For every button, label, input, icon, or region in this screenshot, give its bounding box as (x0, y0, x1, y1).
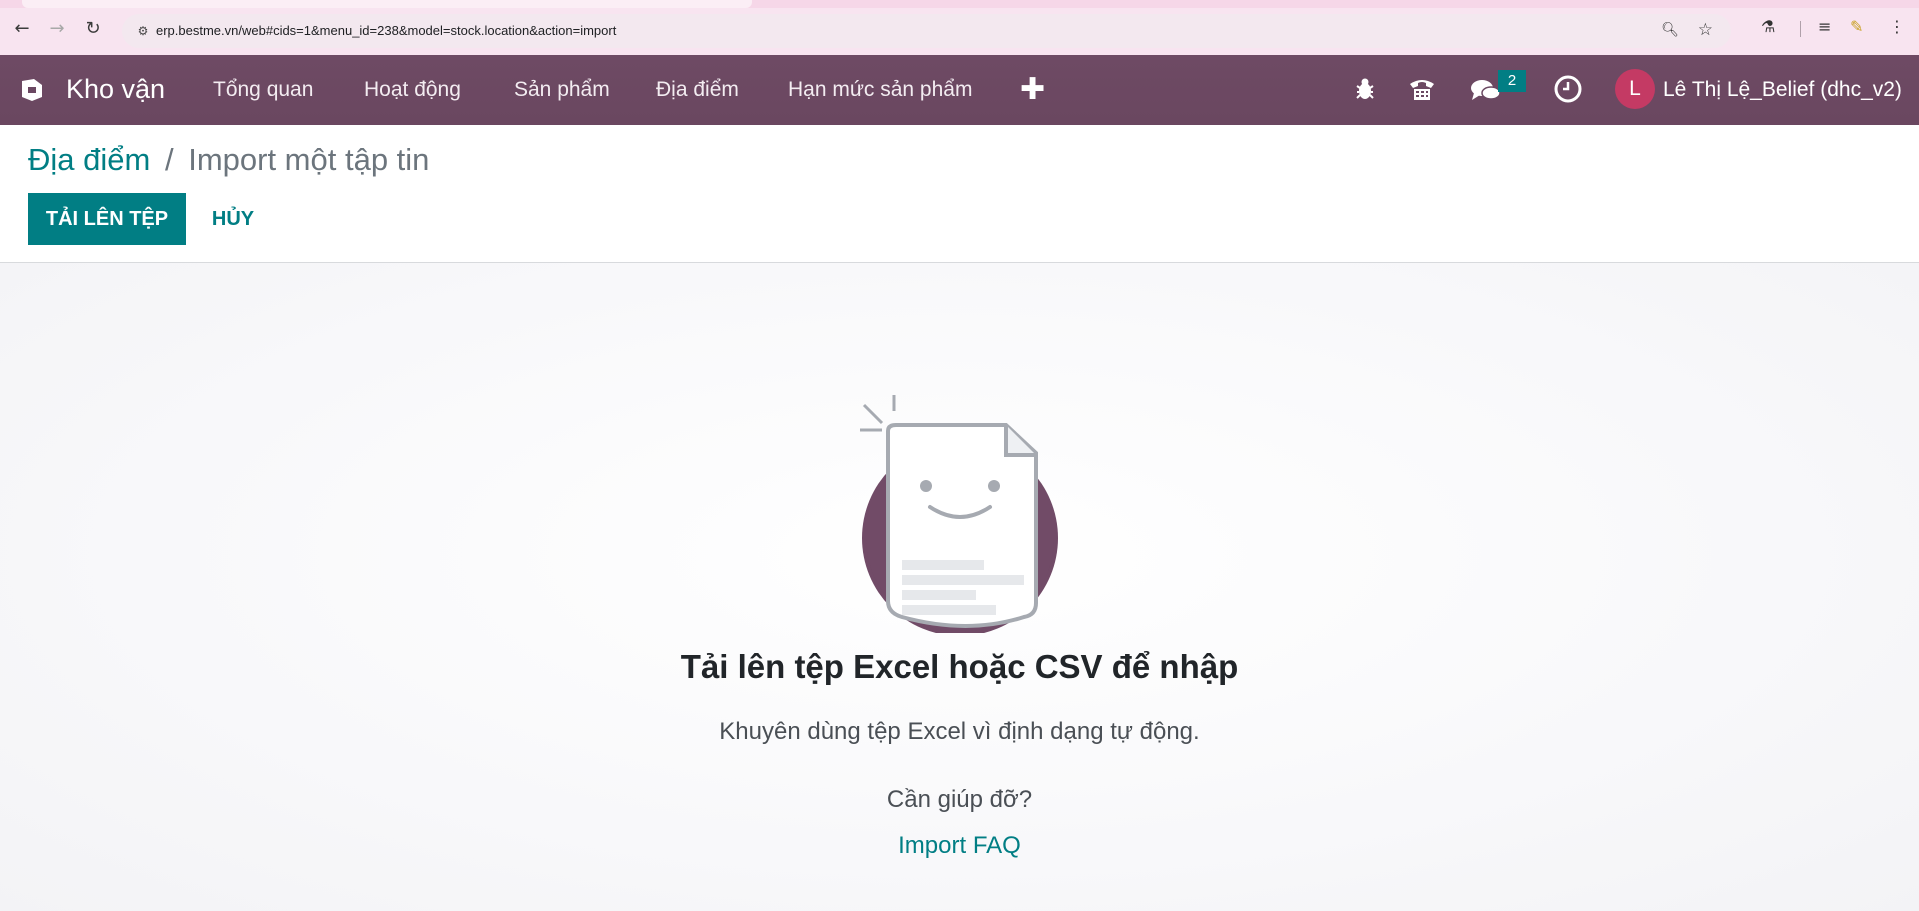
labs-flask-icon[interactable]: ⚗ (1761, 17, 1775, 36)
import-faq-link-text[interactable]: Import FAQ (898, 832, 1021, 859)
upload-file-button[interactable]: TẢI LÊN TỆP (28, 193, 186, 245)
forward-icon[interactable]: → (43, 14, 71, 42)
zoom-icon[interactable]: 🔍︎ (1661, 22, 1679, 38)
breadcrumb-current: Import một tập tin (188, 142, 430, 177)
menu-tong-quan[interactable]: Tổng quan (213, 78, 313, 102)
smiling-document-illustration (860, 395, 1058, 633)
cancel-button[interactable]: HỦY (198, 193, 268, 245)
breadcrumb: Địa điểm / Import một tập tin (28, 142, 429, 178)
help-question: Cần giúp đỡ? (886, 786, 1033, 813)
breadcrumb-parent[interactable]: Địa điểm (28, 142, 150, 177)
browser-toolbar: ← → ↻ ⚙ erp.bestme.vn/web#cids=1&menu_id… (0, 0, 1919, 55)
empty-state-title: Tải lên tệp Excel hoặc CSV để nhập (680, 648, 1239, 685)
media-queue-icon[interactable]: ≡ (1818, 17, 1831, 36)
apps-menu-icon[interactable] (18, 77, 46, 103)
clock-icon[interactable] (1553, 74, 1583, 104)
menu-hoat-dong[interactable]: Hoạt động (364, 78, 461, 102)
bookmark-star-icon[interactable]: ☆ (1698, 20, 1713, 40)
back-icon[interactable]: ← (8, 14, 36, 42)
bug-icon[interactable] (1350, 74, 1380, 104)
address-bar[interactable]: ⚙ erp.bestme.vn/web#cids=1&menu_id=238&m… (122, 14, 1731, 48)
import-empty-state: Tải lên tệp Excel hoặc CSV để nhập Khuyê… (0, 263, 1919, 911)
menu-han-muc-san-pham[interactable]: Hạn mức sản phẩm (788, 78, 972, 102)
user-menu[interactable]: Lê Thị Lệ_Belief (dhc_v2) (1663, 78, 1902, 102)
site-info-icon[interactable]: ⚙ (134, 22, 152, 40)
menu-san-pham[interactable]: Sản phẩm (514, 78, 610, 102)
menu-dia-diem[interactable]: Địa điểm (656, 78, 739, 102)
active-tab[interactable] (22, 0, 752, 8)
main-navbar: Kho vận Tổng quan Hoạt động Sản phẩm Địa… (0, 55, 1919, 125)
browser-menu-icon[interactable]: ⋮ (1889, 17, 1905, 36)
extension-icon[interactable]: ✎ (1850, 17, 1863, 36)
empty-state-subtitle: Khuyên dùng tệp Excel vì định dạng tự độ… (719, 718, 1200, 745)
plus-icon[interactable]: ✚ (1020, 72, 1045, 107)
messages-badge: 2 (1498, 70, 1526, 92)
url-text[interactable]: erp.bestme.vn/web#cids=1&menu_id=238&mod… (156, 23, 616, 38)
phone-icon[interactable] (1407, 74, 1437, 104)
import-faq-link: Import FAQ (0, 832, 1919, 860)
tab-strip (0, 0, 1919, 8)
control-panel: Địa điểm / Import một tập tin TẢI LÊN TỆ… (0, 125, 1919, 263)
avatar[interactable]: L (1615, 69, 1655, 109)
breadcrumb-separator: / (164, 142, 174, 177)
reload-icon[interactable]: ↻ (79, 14, 107, 42)
app-name[interactable]: Kho vận (66, 74, 165, 105)
toolbar-divider (1800, 21, 1801, 37)
